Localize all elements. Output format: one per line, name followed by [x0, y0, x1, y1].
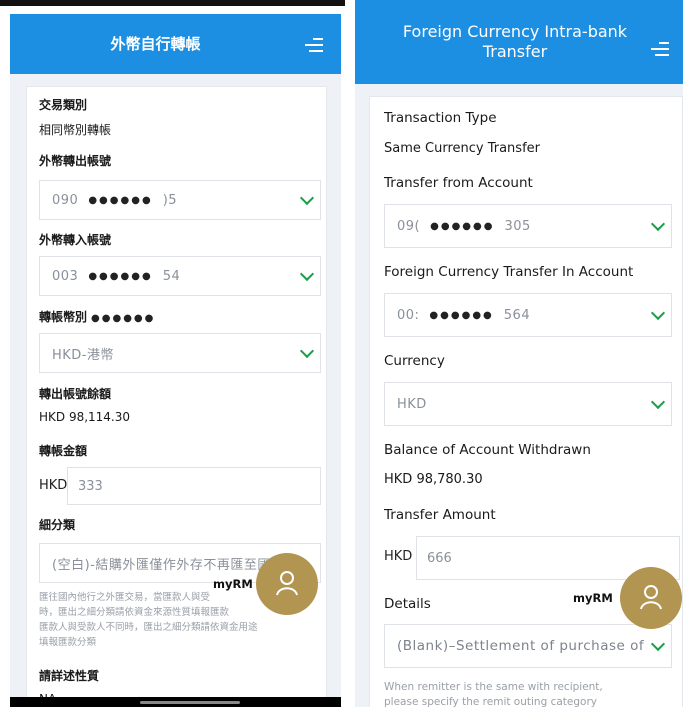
nature-label: 請詳述性質	[39, 669, 100, 683]
currency-value: HKD	[397, 396, 427, 412]
to-account-masked: ●●●●●●	[429, 309, 494, 321]
page-title: Foreign Currency Intra-bank Transfer	[402, 22, 628, 61]
amount-currency: HKD	[384, 549, 413, 564]
currency-value: HKD-港幣	[52, 347, 115, 363]
amount-label: Transfer Amount	[384, 507, 496, 523]
to-account-select[interactable]: 003 ●●●●●● 54	[39, 256, 321, 296]
details-label: Details	[384, 596, 431, 612]
to-account-label: Foreign Currency Transfer In Account	[384, 264, 634, 280]
amount-label: 轉帳金額	[39, 444, 88, 458]
to-account-label: 外幣轉入帳號	[39, 233, 112, 247]
details-label: 細分類	[39, 518, 76, 532]
person-icon	[640, 585, 662, 610]
details-value: (Blank)–Settlement of purchase of fo	[397, 638, 649, 654]
currency-select[interactable]: HKD-港幣	[39, 333, 321, 373]
transaction-type-label: 交易類別	[39, 98, 88, 112]
menu-icon[interactable]	[651, 42, 669, 58]
details-select[interactable]: (Blank)–Settlement of purchase of fo	[384, 624, 672, 668]
relationship-manager-button[interactable]	[620, 567, 682, 629]
balance-label: Balance of Account Withdrawn	[384, 442, 591, 458]
from-account-select[interactable]: 09( ●●●●●● 305	[384, 204, 672, 248]
myrm-label: myRM	[573, 591, 613, 605]
chevron-down-icon	[299, 343, 315, 359]
from-account-suffix: )5	[162, 192, 178, 208]
to-account-prefix: 003	[52, 268, 79, 284]
to-account-select[interactable]: 00: ●●●●●● 564	[384, 293, 672, 337]
from-account-masked: ●●●●●●	[430, 220, 495, 232]
from-account-prefix: 09(	[397, 218, 421, 234]
note-text: When remitter is the same with recipient…	[384, 681, 603, 707]
from-account-masked: ●●●●●●	[88, 194, 153, 206]
note-text: 匯往國內他行之外匯交易，當匯款人與受 時，匯出之細分類請依資金來源性質填報匯款 …	[39, 592, 258, 648]
amount-value: 333	[78, 478, 103, 494]
myrm-label: myRM	[213, 577, 253, 591]
from-account-select[interactable]: 090 ●●●●●● )5	[39, 180, 321, 220]
chevron-down-icon	[650, 636, 666, 652]
chevron-down-icon	[299, 266, 315, 282]
currency-label-masked: ●●●●●●	[91, 313, 156, 324]
relationship-manager-button[interactable]	[256, 553, 318, 615]
balance-value: HKD 98,780.30	[384, 472, 483, 487]
amount-currency: HKD	[39, 478, 68, 493]
header-bar: Foreign Currency Intra-bank Transfer	[355, 0, 683, 84]
currency-label: Currency	[384, 353, 445, 369]
from-account-label: 外幣轉出帳號	[39, 154, 112, 168]
from-account-prefix: 090	[52, 192, 79, 208]
to-account-masked: ●●●●●●	[88, 270, 153, 282]
transaction-type-label: Transaction Type	[384, 110, 497, 126]
amount-input[interactable]: 333	[67, 467, 321, 505]
panel-divider	[345, 0, 355, 707]
person-icon	[276, 571, 298, 596]
english-transfer-screen: Foreign Currency Intra-bank Transfer Tra…	[355, 0, 683, 707]
amount-value: 666	[427, 550, 452, 566]
chevron-down-icon	[650, 305, 666, 321]
from-account-label: Transfer from Account	[384, 175, 533, 191]
to-account-prefix: 00:	[397, 307, 420, 323]
chevron-down-icon	[650, 216, 666, 232]
balance-value: HKD 98,114.30	[39, 410, 131, 424]
to-account-suffix: 54	[162, 268, 181, 284]
balance-label: 轉出帳號餘額	[39, 387, 112, 401]
home-indicator[interactable]	[140, 701, 240, 704]
currency-label: 轉帳幣別 ●●●●●●	[39, 310, 156, 324]
header-bar: 外幣自行轉帳	[10, 14, 341, 74]
to-account-suffix: 564	[503, 307, 531, 323]
system-nav-bar	[10, 697, 341, 707]
chevron-down-icon	[650, 394, 666, 410]
transaction-type-value: Same Currency Transfer	[384, 141, 540, 156]
currency-select[interactable]: HKD	[384, 382, 672, 426]
top-edge-line	[0, 0, 345, 6]
page-title: 外幣自行轉帳	[110, 35, 201, 53]
chinese-transfer-screen: 外幣自行轉帳 交易類別 相同幣別轉帳 外幣轉出帳號 090 ●●●●●● )5 外幣…	[0, 0, 345, 707]
from-account-suffix: 305	[504, 218, 531, 234]
transaction-type-value: 相同幣別轉帳	[39, 123, 112, 137]
menu-icon[interactable]	[305, 38, 323, 54]
chevron-down-icon	[299, 190, 315, 206]
